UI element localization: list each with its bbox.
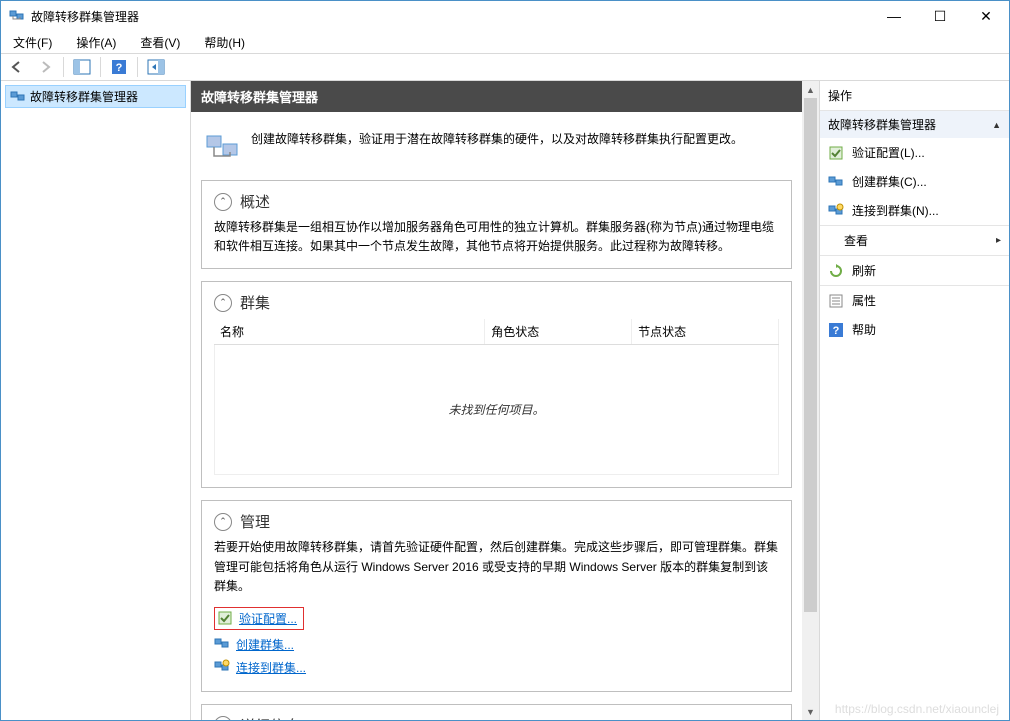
action-connect-label: 连接到群集(N)... [852,202,939,219]
action-create[interactable]: 创建群集(C)... [820,167,1009,196]
action-view-label: 查看 [844,232,868,249]
svg-text:?: ? [116,62,123,74]
toolbar-separator [63,57,64,77]
toolbar: ? [1,53,1009,81]
nav-back-button[interactable] [5,56,29,78]
manage-section: ⌃ 管理 若要开始使用故障转移群集，请首先验证硬件配置，然后创建群集。完成这些步… [201,500,792,692]
details-section: ⌃ 详细信息 Web 上的故障转移群集主题 [201,704,792,720]
validate-icon [217,610,233,626]
collapse-icon[interactable]: ▲ [992,120,1001,130]
scroll-thumb[interactable] [804,98,817,612]
minimize-button[interactable]: — [871,1,917,31]
help-button[interactable]: ? [107,56,131,78]
properties-icon [828,293,844,309]
create-cluster-icon [214,636,230,652]
action-properties-label: 属性 [852,292,876,309]
cluster-big-icon [205,130,241,166]
scroll-down-icon[interactable]: ▼ [802,703,819,720]
manage-text: 若要开始使用故障转移群集，请首先验证硬件配置，然后创建群集。完成这些步骤后，即可… [214,538,779,596]
details-title: 详细信息 [240,715,300,720]
vertical-scrollbar[interactable]: ▲ ▼ [802,81,819,720]
help-icon: ? [828,322,844,338]
action-help[interactable]: ? 帮助 [820,315,1009,344]
clusters-grid-header: 名称 角色状态 节点状态 [214,319,779,345]
tree-root-item[interactable]: 故障转移群集管理器 [5,85,186,108]
actions-subheader: 故障转移群集管理器 ▲ [820,111,1009,138]
menu-view[interactable]: 查看(V) [134,32,186,53]
clusters-empty: 未找到任何项目。 [214,345,779,475]
action-refresh[interactable]: 刷新 [820,256,1009,285]
maximize-button[interactable]: ☐ [917,1,963,31]
clusters-title: 群集 [240,292,270,313]
overview-section: ⌃ 概述 故障转移群集是一组相互协作以增加服务器角色可用性的独立计算机。群集服务… [201,180,792,269]
menu-file[interactable]: 文件(F) [7,32,58,53]
clusters-section: ⌃ 群集 名称 角色状态 节点状态 未找到任何项目。 [201,281,792,488]
window-controls: — ☐ ✕ [871,1,1009,31]
action-pane-button[interactable] [144,56,168,78]
close-button[interactable]: ✕ [963,1,1009,31]
tree-pane: 故障转移群集管理器 [1,81,191,720]
connect-cluster-icon [828,203,844,219]
manage-title: 管理 [240,511,270,532]
actions-subheader-label: 故障转移群集管理器 [828,116,936,133]
col-name[interactable]: 名称 [214,319,485,344]
intro-row: 创建故障转移群集，验证用于潜在故障转移群集的硬件，以及对故障转移群集执行配置更改… [201,122,792,180]
overview-text: 故障转移群集是一组相互协作以增加服务器角色可用性的独立计算机。群集服务器(称为节… [214,218,779,256]
collapse-icon[interactable]: ⌃ [214,193,232,211]
tree-root-label: 故障转移群集管理器 [30,88,138,105]
create-cluster-link[interactable]: 创建群集... [236,636,294,653]
create-cluster-icon [828,174,844,190]
col-node-status[interactable]: 节点状态 [632,319,779,344]
collapse-icon[interactable]: ⌃ [214,716,232,720]
action-validate[interactable]: 验证配置(L)... [820,138,1009,167]
col-role-status[interactable]: 角色状态 [485,319,632,344]
window-title: 故障转移群集管理器 [31,8,871,25]
refresh-icon [828,263,844,279]
chevron-right-icon: ▸ [996,235,1001,246]
action-create-label: 创建群集(C)... [852,173,927,190]
actions-pane: 操作 故障转移群集管理器 ▲ 验证配置(L)... 创建群集(C)... 连接到… [819,81,1009,720]
intro-text: 创建故障转移群集，验证用于潜在故障转移群集的硬件，以及对故障转移群集执行配置更改… [251,130,743,149]
content-header: 故障转移群集管理器 [191,81,802,112]
toolbar-separator [137,57,138,77]
validate-link-highlight: 验证配置... [214,607,304,630]
action-connect[interactable]: 连接到群集(N)... [820,196,1009,225]
action-refresh-label: 刷新 [852,262,876,279]
action-view[interactable]: 查看 ▸ [820,226,1009,255]
main-area: 故障转移群集管理器 故障转移群集管理器 创建故障转移群集，验证用于潜在故障转移群… [1,81,1009,720]
show-hide-tree-button[interactable] [70,56,94,78]
overview-title: 概述 [240,191,270,212]
actions-header: 操作 [820,81,1009,111]
validate-icon [828,145,844,161]
svg-text:?: ? [833,325,840,337]
action-properties[interactable]: 属性 [820,286,1009,315]
action-validate-label: 验证配置(L)... [852,144,925,161]
connect-cluster-link[interactable]: 连接到群集... [236,659,306,676]
cluster-manager-icon [10,89,26,105]
menu-action[interactable]: 操作(A) [70,32,122,53]
action-help-label: 帮助 [852,321,876,338]
connect-cluster-icon [214,659,230,675]
menubar: 文件(F) 操作(A) 查看(V) 帮助(H) [1,31,1009,53]
titlebar: 故障转移群集管理器 — ☐ ✕ [1,1,1009,31]
validate-config-link[interactable]: 验证配置... [239,610,297,627]
menu-help[interactable]: 帮助(H) [198,32,251,53]
scroll-up-icon[interactable]: ▲ [802,81,819,98]
collapse-icon[interactable]: ⌃ [214,294,232,312]
content-pane: 故障转移群集管理器 创建故障转移群集，验证用于潜在故障转移群集的硬件，以及对故障… [191,81,819,720]
nav-forward-button[interactable] [33,56,57,78]
toolbar-separator [100,57,101,77]
app-icon [9,8,25,24]
collapse-icon[interactable]: ⌃ [214,513,232,531]
